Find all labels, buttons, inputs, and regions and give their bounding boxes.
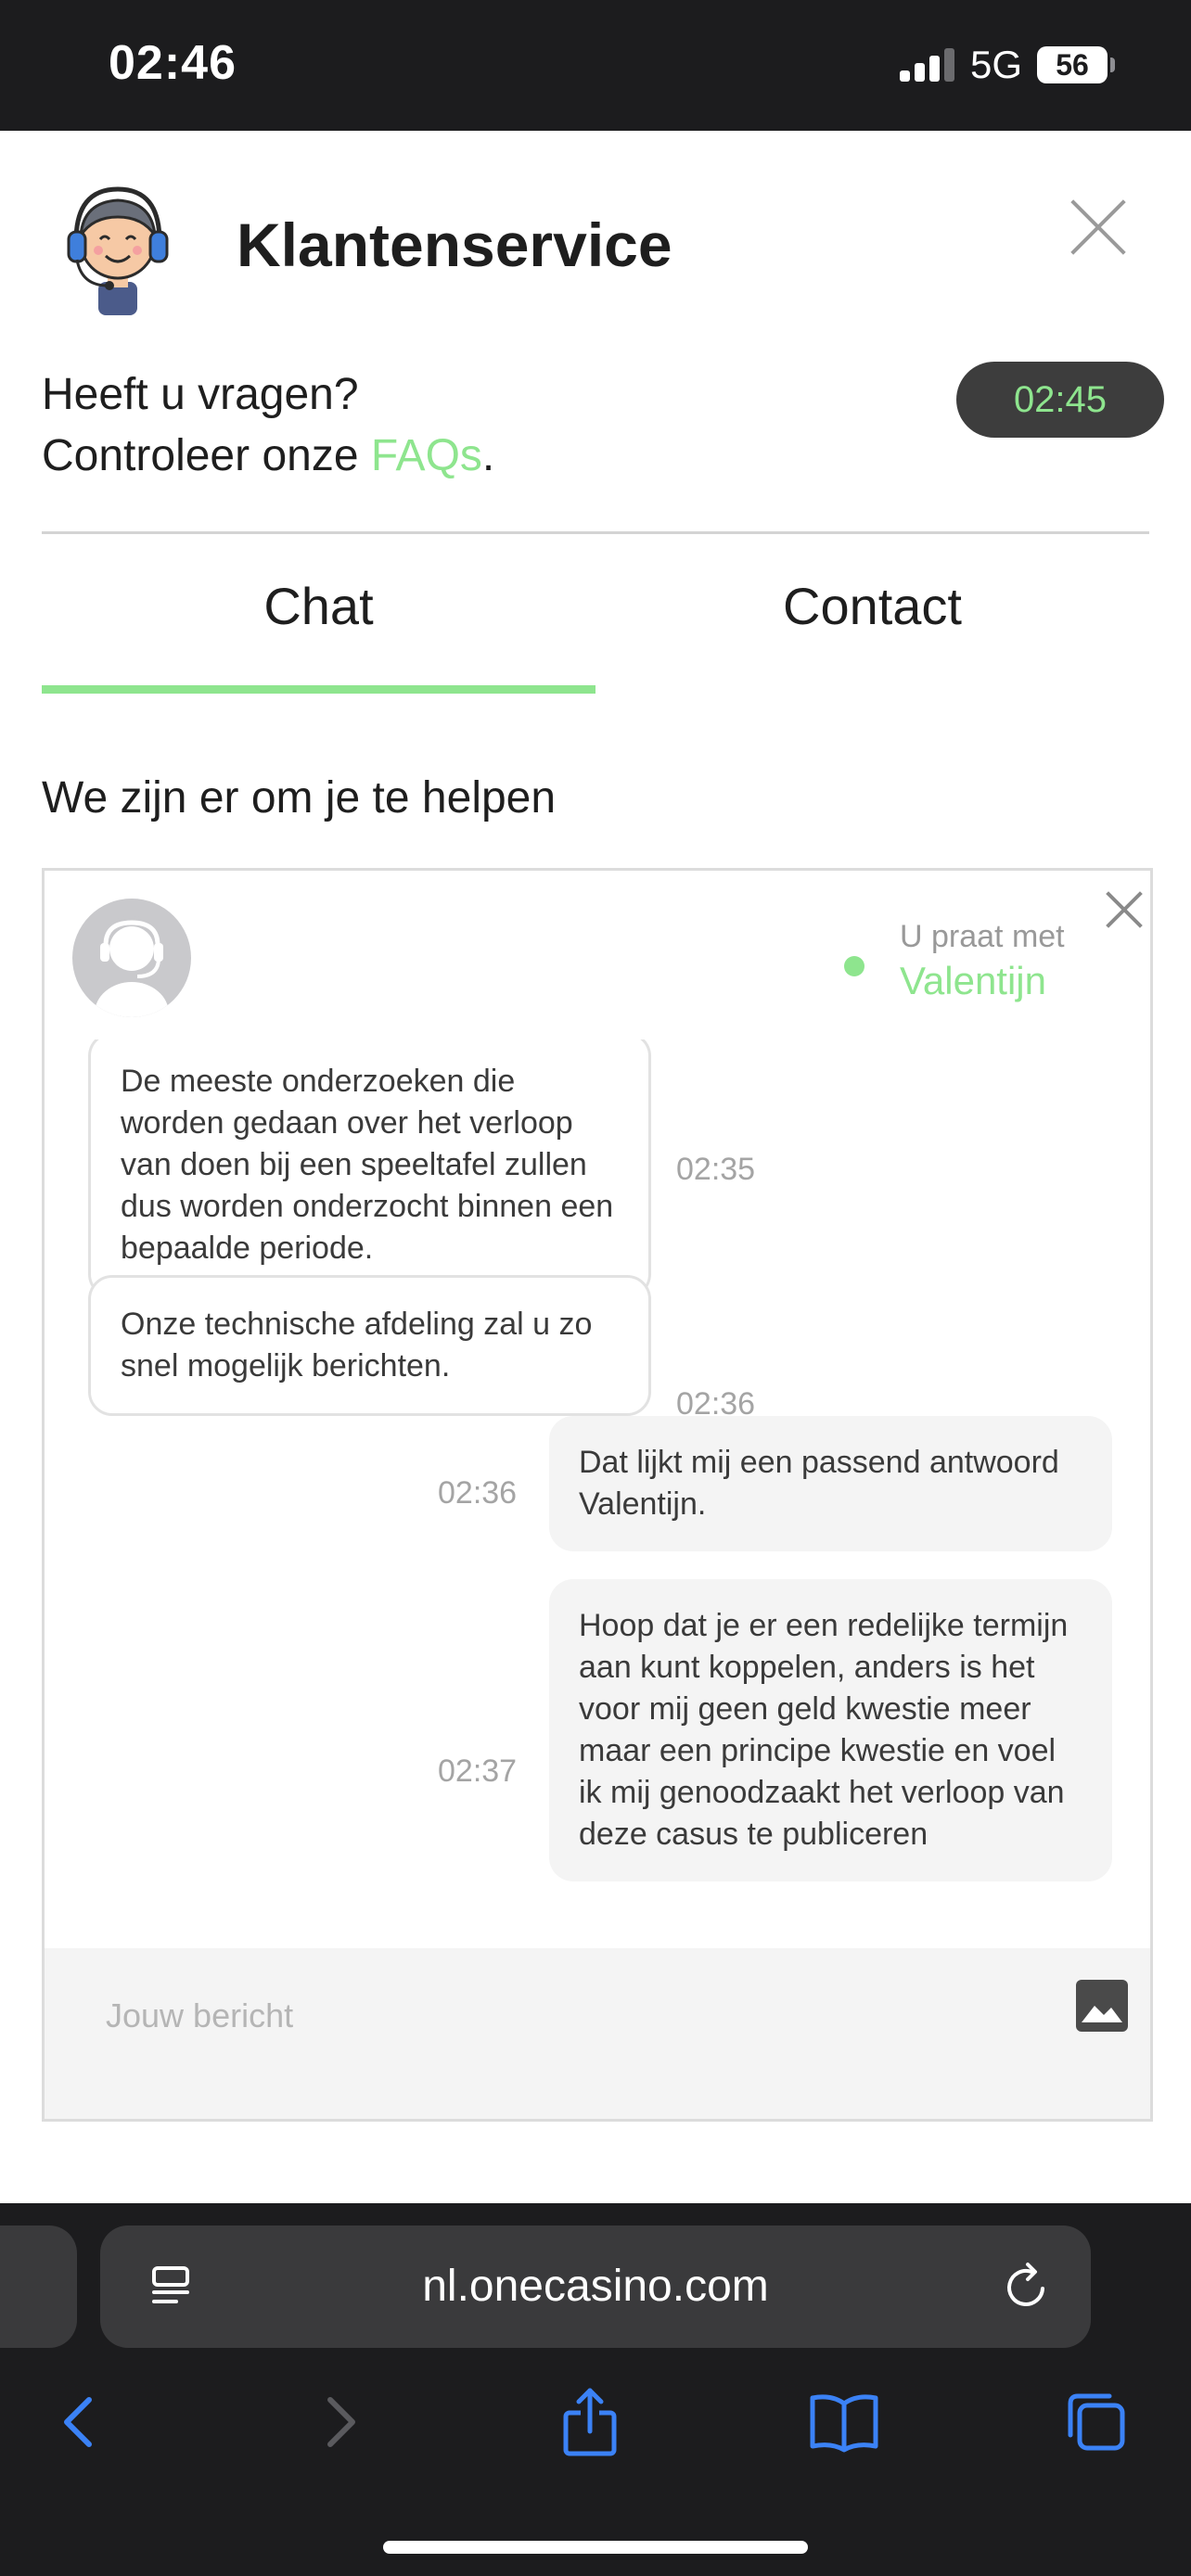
faq-line-suffix: . xyxy=(481,431,495,480)
message-time: 02:36 xyxy=(438,1475,518,1511)
previous-tab-preview[interactable] xyxy=(0,2225,77,2348)
page-title: Klantenservice xyxy=(237,210,672,279)
online-status-indicator xyxy=(844,956,864,976)
back-icon[interactable] xyxy=(43,2385,117,2459)
battery-icon: 56 xyxy=(1037,46,1108,83)
tab-contact[interactable]: Contact xyxy=(596,576,1149,636)
message-bubble-incoming: Onze technische afdeling zal u zo snel m… xyxy=(88,1275,651,1416)
faq-link[interactable]: FAQs xyxy=(371,431,482,480)
home-indicator[interactable] xyxy=(383,2541,808,2554)
help-heading: We zijn er om je te helpen xyxy=(42,773,557,823)
talking-with-label: U praat met xyxy=(900,919,1065,954)
message-composer xyxy=(45,1948,1150,2119)
tab-chat[interactable]: Chat xyxy=(42,576,596,636)
bookmarks-icon[interactable] xyxy=(807,2385,881,2459)
url-text: nl.onecasino.com xyxy=(422,2262,769,2311)
tabs-icon[interactable] xyxy=(1059,2385,1133,2459)
agent-headset-icon xyxy=(95,915,169,1017)
battery-nub xyxy=(1110,57,1115,72)
forward-icon[interactable] xyxy=(302,2385,377,2459)
status-bar: 02:46 5G 56 xyxy=(0,0,1191,131)
message-time: 02:35 xyxy=(676,1152,756,1187)
session-time-badge: 02:45 xyxy=(956,362,1164,438)
active-tab-indicator xyxy=(42,685,596,694)
image-upload-icon[interactable] xyxy=(1076,1980,1128,2032)
customer-service-page: Klantenservice Heeft u vragen? Controlee… xyxy=(0,131,1191,2203)
network-type: 5G xyxy=(970,43,1023,86)
cellular-signal-icon xyxy=(900,48,957,82)
chat-widget: U praat met Valentijn De meeste onderzoe… xyxy=(42,868,1153,2122)
faq-prompt: Heeft u vragen? Controleer onze FAQs. xyxy=(42,364,494,487)
faq-line: Controleer onze FAQs. xyxy=(42,426,494,487)
message-bubble-incoming: De meeste onderzoeken die worden gedaan … xyxy=(88,1039,651,1298)
message-list[interactable]: De meeste onderzoeken die worden gedaan … xyxy=(45,1039,1150,1948)
agent-name: Valentijn xyxy=(900,959,1046,1002)
reload-icon[interactable] xyxy=(1000,2261,1052,2313)
divider xyxy=(42,531,1149,534)
message-bubble-outgoing: Dat lijkt mij een passend antwoord Valen… xyxy=(549,1416,1112,1551)
page-menu-icon[interactable] xyxy=(147,2261,198,2313)
faq-line-prefix: Controleer onze xyxy=(42,431,371,480)
chat-close-icon[interactable] xyxy=(1104,889,1145,930)
address-bar[interactable]: nl.onecasino.com xyxy=(100,2225,1091,2348)
close-icon[interactable] xyxy=(1067,196,1130,259)
agent-avatar xyxy=(72,899,191,1017)
message-time: 02:37 xyxy=(438,1753,518,1789)
status-time: 02:46 xyxy=(109,36,237,90)
message-bubble-outgoing: Hoop dat je er een redelijke termijn aan… xyxy=(549,1579,1112,1881)
share-icon[interactable] xyxy=(553,2385,627,2459)
support-agent-icon xyxy=(67,186,169,315)
faq-question: Heeft u vragen? xyxy=(42,370,359,419)
browser-toolbar: nl.onecasino.com xyxy=(0,2203,1191,2576)
message-input[interactable] xyxy=(106,1983,941,2048)
